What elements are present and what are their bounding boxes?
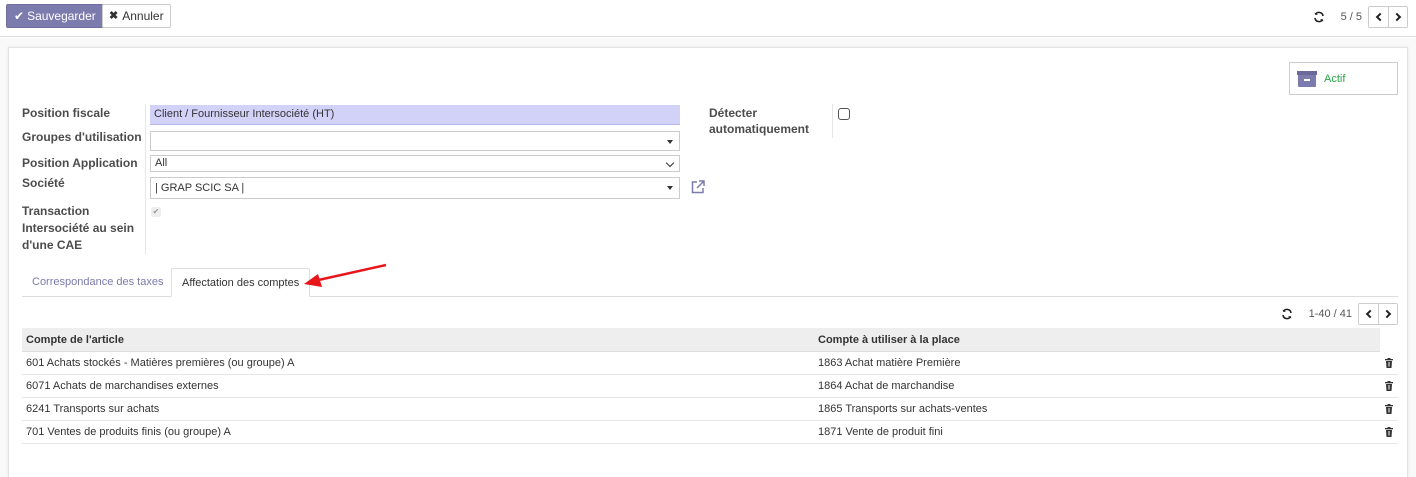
active-label: Actif bbox=[1324, 72, 1346, 85]
trash-icon[interactable] bbox=[1385, 358, 1393, 368]
chevron-left-icon bbox=[1375, 12, 1385, 22]
chevron-down-icon bbox=[665, 158, 675, 168]
cell-source-account: 6241 Transports sur achats bbox=[26, 403, 160, 415]
cancel-button[interactable]: ✖ Annuler bbox=[102, 4, 171, 28]
list-pager: 1-40 / 41 bbox=[1281, 303, 1398, 325]
societe-label: Société bbox=[22, 176, 65, 190]
next-record-button[interactable] bbox=[1388, 7, 1407, 27]
tab-affectation-comptes[interactable]: Affectation des comptes bbox=[171, 268, 311, 297]
annotation-arrow-icon bbox=[304, 263, 387, 287]
caret-down-icon bbox=[667, 140, 673, 144]
check-icon: ✔ bbox=[14, 9, 25, 23]
column-header-source-account[interactable]: Compte de l'article bbox=[26, 328, 124, 352]
previous-page-button[interactable] bbox=[1359, 304, 1378, 324]
cell-dest-account: 1871 Vente de produit fini bbox=[818, 426, 943, 438]
chevron-left-icon bbox=[1365, 309, 1375, 319]
close-icon: ✖ bbox=[109, 10, 119, 22]
control-panel: ✔ Sauvegarder ✖ Annuler 5 / 5 bbox=[0, 0, 1416, 37]
transaction-label-line3: d'une CAE bbox=[22, 238, 83, 252]
account-mapping-table: Compte de l'article Compte à utiliser à … bbox=[22, 328, 1398, 444]
record-nav bbox=[1368, 6, 1408, 28]
trash-icon[interactable] bbox=[1385, 404, 1393, 414]
table-row[interactable]: 701 Ventes de produits finis (ou groupe)… bbox=[22, 421, 1398, 444]
cell-dest-account: 1864 Achat de marchandise bbox=[818, 380, 955, 392]
cell-source-account: 701 Ventes de produits finis (ou groupe)… bbox=[26, 426, 231, 438]
save-button-label: Sauvegarder bbox=[27, 9, 96, 23]
tab-correspondance-taxes[interactable]: Correspondance des taxes bbox=[22, 268, 173, 297]
societe-value: | GRAP SCIC SA | bbox=[155, 182, 245, 194]
refresh-icon[interactable] bbox=[1281, 308, 1293, 320]
table-row[interactable]: 601 Achats stockés - Matières premières … bbox=[22, 352, 1398, 375]
label-separator-right bbox=[832, 104, 833, 138]
transaction-checkbox[interactable]: ✔ bbox=[151, 207, 161, 217]
refresh-icon[interactable] bbox=[1313, 11, 1325, 23]
caret-down-icon bbox=[667, 186, 673, 190]
chevron-right-icon bbox=[1382, 309, 1391, 319]
groupes-select[interactable] bbox=[150, 131, 680, 151]
detect-label-line2: automatiquement bbox=[709, 122, 810, 136]
next-page-button[interactable] bbox=[1378, 304, 1397, 324]
cell-source-account: 6071 Achats de marchandises externes bbox=[26, 380, 219, 392]
position-fiscale-input[interactable]: Client / Fournisseur Intersociété (HT) bbox=[150, 105, 680, 125]
cell-dest-account: 1863 Achat matière Première bbox=[818, 357, 961, 369]
cell-dest-account: 1865 Transports sur achats-ventes bbox=[818, 403, 988, 415]
application-label: Position Application bbox=[22, 156, 138, 170]
list-pager-value[interactable]: 1-40 / 41 bbox=[1309, 308, 1352, 320]
record-pager: 5 / 5 bbox=[1313, 6, 1408, 28]
table-row[interactable]: 6071 Achats de marchandises externes 186… bbox=[22, 375, 1398, 398]
detect-auto-checkbox[interactable] bbox=[838, 108, 850, 120]
list-nav bbox=[1358, 303, 1398, 325]
table-header: Compte de l'article Compte à utiliser à … bbox=[22, 328, 1398, 352]
previous-record-button[interactable] bbox=[1369, 7, 1388, 27]
notebook-tabs: Correspondance des taxes Affectation des… bbox=[22, 268, 1398, 297]
trash-icon[interactable] bbox=[1385, 381, 1393, 391]
column-header-dest-account[interactable]: Compte à utiliser à la place bbox=[818, 328, 960, 352]
groupes-label: Groupes d'utilisation bbox=[22, 130, 142, 144]
external-link-icon[interactable] bbox=[690, 179, 706, 195]
societe-select[interactable]: | GRAP SCIC SA | bbox=[150, 177, 680, 199]
application-value: All bbox=[155, 157, 168, 169]
table-row[interactable]: 6241 Transports sur achats 1865 Transpor… bbox=[22, 398, 1398, 421]
transaction-label-line1: Transaction bbox=[22, 204, 90, 218]
position-fiscale-label: Position fiscale bbox=[22, 106, 111, 120]
trash-icon[interactable] bbox=[1385, 427, 1393, 437]
archive-icon bbox=[1297, 70, 1317, 87]
save-button[interactable]: ✔ Sauvegarder bbox=[6, 4, 104, 28]
chevron-right-icon bbox=[1392, 12, 1401, 22]
cell-source-account: 601 Achats stockés - Matières premières … bbox=[26, 357, 295, 369]
label-separator bbox=[145, 104, 146, 254]
transaction-label-line2: Intersociété au sein bbox=[22, 221, 135, 235]
header-spacer bbox=[1380, 328, 1398, 352]
record-pager-value[interactable]: 5 / 5 bbox=[1341, 11, 1362, 23]
active-toggle-button[interactable]: Actif bbox=[1289, 62, 1398, 95]
application-select[interactable]: All bbox=[150, 155, 680, 172]
cancel-button-label: Annuler bbox=[122, 9, 164, 23]
